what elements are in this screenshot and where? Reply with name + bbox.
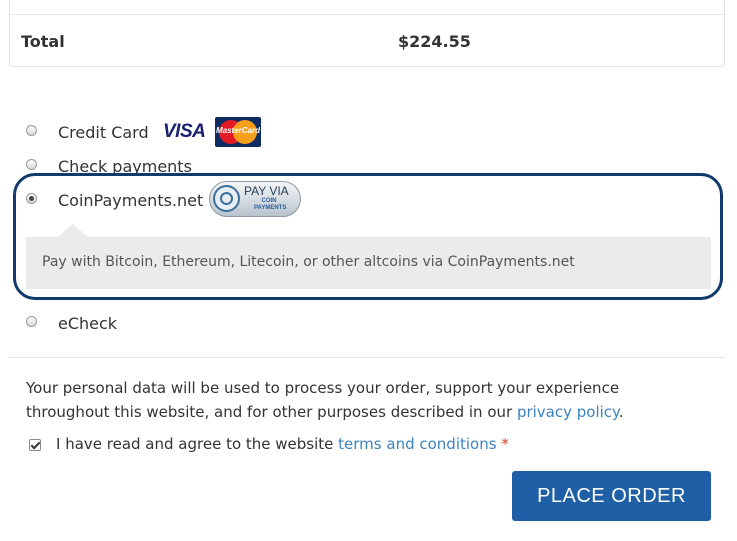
credit-card-label[interactable]: Credit Card xyxy=(58,123,149,142)
totals-row-divider xyxy=(10,14,724,15)
section-divider xyxy=(9,357,725,358)
total-value: $224.55 xyxy=(398,32,471,51)
terms-and-conditions-link[interactable]: terms and conditions xyxy=(338,435,496,453)
coin-badge-line1: PAY VIA xyxy=(244,184,289,198)
terms-agreement: I have read and agree to the website ter… xyxy=(56,435,509,453)
privacy-notice: Your personal data will be used to proce… xyxy=(26,376,666,424)
required-marker: * xyxy=(501,435,509,453)
check-payments-radio[interactable] xyxy=(26,159,37,170)
coinpayments-radio[interactable] xyxy=(26,193,37,204)
payment-description-box: Pay with Bitcoin, Ethereum, Litecoin, or… xyxy=(26,237,711,289)
terms-checkbox[interactable] xyxy=(29,439,41,451)
privacy-policy-link[interactable]: privacy policy xyxy=(517,403,619,421)
coinpayments-label[interactable]: CoinPayments.net xyxy=(58,191,203,210)
coin-badge-line2: COIN PAYMENTS xyxy=(254,198,287,211)
echeck-radio[interactable] xyxy=(26,316,37,327)
echeck-label[interactable]: eCheck xyxy=(58,314,117,333)
credit-card-radio[interactable] xyxy=(26,125,37,136)
order-totals-table: Total $224.55 xyxy=(9,0,725,67)
terms-text-before: I have read and agree to the website xyxy=(56,435,339,453)
coin-icon xyxy=(213,185,240,212)
mastercard-logo-icon: MasterCard xyxy=(215,117,261,147)
payment-description-text: Pay with Bitcoin, Ethereum, Litecoin, or… xyxy=(42,254,575,270)
mastercard-logo-text: MasterCard xyxy=(215,126,260,135)
visa-logo-icon: VISA xyxy=(163,121,206,142)
place-order-button[interactable]: PLACE ORDER xyxy=(512,471,711,521)
description-pointer xyxy=(58,224,88,237)
total-label: Total xyxy=(21,32,65,51)
coinpayments-badge-icon: PAY VIA COIN PAYMENTS xyxy=(209,181,301,217)
privacy-text-after: . xyxy=(618,403,624,421)
